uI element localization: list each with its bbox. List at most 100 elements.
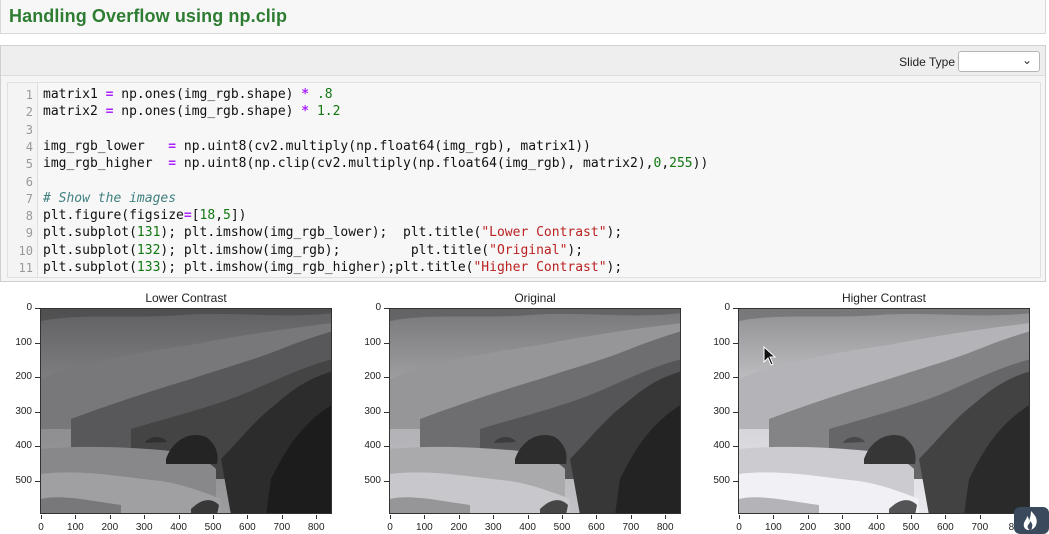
x-tick-label: 100 <box>765 522 782 533</box>
line-number: 6 <box>25 174 33 189</box>
landscape-photo <box>739 309 1029 513</box>
y-tick-label: 200 <box>364 371 381 382</box>
x-tick-mark <box>807 515 809 519</box>
code-line[interactable]: plt.subplot(133); plt.imshow(img_rgb_hig… <box>43 260 622 275</box>
x-tick-mark <box>109 515 111 519</box>
line-number: 1 <box>25 88 33 102</box>
x-tick-label: 300 <box>833 522 851 533</box>
code-line[interactable]: # Show the images <box>43 191 176 206</box>
plot-title: Lower Contrast <box>145 291 227 305</box>
y-tick-mark <box>384 480 389 482</box>
x-tick-mark <box>773 515 775 519</box>
y-tick-label: 300 <box>713 405 730 417</box>
x-tick-label: 400 <box>519 522 536 533</box>
code-line[interactable]: plt.figure(figsize=[18,5]) <box>43 208 247 223</box>
x-tick-mark <box>213 515 214 519</box>
x-tick-mark <box>665 515 667 519</box>
line-number: 4 <box>25 139 33 154</box>
line-number: 2 <box>25 105 33 120</box>
y-tick-mark <box>733 446 738 447</box>
x-tick-mark <box>281 515 283 519</box>
code-line[interactable]: img_rgb_higher = np.uint8(np.clip(cv2.mu… <box>43 156 708 171</box>
y-tick-label: 400 <box>713 440 730 451</box>
y-tick-mark <box>35 411 40 413</box>
x-tick-label: 400 <box>170 522 187 533</box>
x-tick-mark <box>144 515 146 519</box>
x-tick-label: 200 <box>450 522 468 533</box>
y-tick-label: 0 <box>724 302 730 313</box>
x-tick-mark <box>945 515 947 519</box>
y-tick-label: 500 <box>364 474 381 486</box>
plot-axes <box>389 308 681 514</box>
x-tick-label: 400 <box>868 522 885 533</box>
code-line[interactable]: matrix2 = np.ones(img_rgb.shape) * 1.2 <box>43 104 340 119</box>
y-tick-mark <box>384 446 389 447</box>
mouse-pointer-icon <box>763 346 777 366</box>
x-tick-label: 0 <box>38 522 44 533</box>
image-plot: Higher Contrast 0 100 200 300 400 500 0 100 200 3… <box>698 290 1030 534</box>
x-tick-label: 800 <box>656 522 674 533</box>
markdown-cell[interactable]: Handling Overflow using np.clip <box>0 0 1046 34</box>
code-line[interactable]: img_rgb_lower = np.uint8(cv2.multiply(np… <box>43 139 591 154</box>
line-number: 10 <box>18 243 33 258</box>
y-tick-label: 200 <box>15 371 32 382</box>
x-tick-mark <box>562 515 563 519</box>
y-tick-label: 400 <box>15 440 32 451</box>
x-tick-label: 600 <box>937 522 954 533</box>
x-tick-mark <box>458 515 460 519</box>
y-tick-mark <box>733 377 738 378</box>
x-tick-mark <box>75 515 77 519</box>
section-heading: Handling Overflow using np.clip <box>9 6 288 26</box>
x-tick-mark <box>527 515 529 519</box>
plot-title: Original <box>514 291 556 305</box>
x-tick-label: 600 <box>588 522 605 533</box>
x-tick-mark <box>739 515 740 519</box>
y-tick-label: 100 <box>364 336 381 348</box>
y-tick-mark <box>35 480 40 482</box>
landscape-photo <box>390 309 680 513</box>
code-line[interactable]: plt.subplot(131); plt.imshow(img_rgb_low… <box>43 225 622 240</box>
x-tick-label: 0 <box>387 522 393 533</box>
y-tick-label: 0 <box>375 302 381 313</box>
x-tick-label: 700 <box>622 522 640 533</box>
y-tick-mark <box>384 308 389 309</box>
y-tick-label: 500 <box>15 474 32 486</box>
y-tick-mark <box>35 446 40 447</box>
x-tick-label: 500 <box>553 522 571 533</box>
x-tick-mark <box>424 515 426 519</box>
y-tick-mark <box>35 342 40 344</box>
code-editor[interactable]: 1 2 3 4 5 6 7 8 9 10 11 matrix1 = np.ones(img_rgb.… <box>7 82 1041 278</box>
y-tick-label: 0 <box>26 302 32 313</box>
y-tick-mark <box>733 342 738 344</box>
landscape-photo <box>41 309 331 513</box>
x-tick-label: 500 <box>902 522 920 533</box>
y-tick-label: 200 <box>713 371 730 382</box>
x-tick-label: 700 <box>273 522 291 533</box>
y-tick-mark <box>733 411 738 413</box>
code-line[interactable]: plt.subplot(132); plt.imshow(img_rgb); p… <box>43 243 583 258</box>
y-tick-mark <box>384 377 389 378</box>
slide-type-select[interactable]: ⌄ <box>958 51 1040 72</box>
plot-title: Higher Contrast <box>841 291 927 305</box>
x-tick-label: 100 <box>416 522 433 533</box>
y-tick-label: 300 <box>364 405 381 417</box>
line-number: 7 <box>25 191 33 206</box>
code-cell[interactable]: Slide Type ⌄ 1 2 3 4 5 6 7 8 9 10 11 matrix1 = np.… <box>0 45 1046 282</box>
chevron-down-icon: ⌄ <box>1021 53 1032 67</box>
code-line[interactable]: matrix1 = np.ones(img_rgb.shape) * .8 <box>43 87 333 102</box>
x-tick-label: 700 <box>971 522 989 533</box>
x-tick-mark <box>316 515 318 519</box>
x-tick-mark <box>178 515 180 519</box>
x-tick-label: 300 <box>135 522 153 533</box>
x-tick-mark <box>390 515 391 519</box>
line-number: 9 <box>25 226 33 241</box>
y-tick-mark <box>384 342 389 344</box>
x-tick-label: 500 <box>204 522 222 533</box>
y-tick-mark <box>35 308 40 309</box>
y-tick-mark <box>733 480 738 482</box>
slide-type-label: Slide Type <box>899 55 955 69</box>
y-tick-label: 500 <box>713 474 730 486</box>
x-tick-mark <box>596 515 598 519</box>
x-tick-label: 800 <box>307 522 325 533</box>
line-number: 11 <box>18 261 33 275</box>
